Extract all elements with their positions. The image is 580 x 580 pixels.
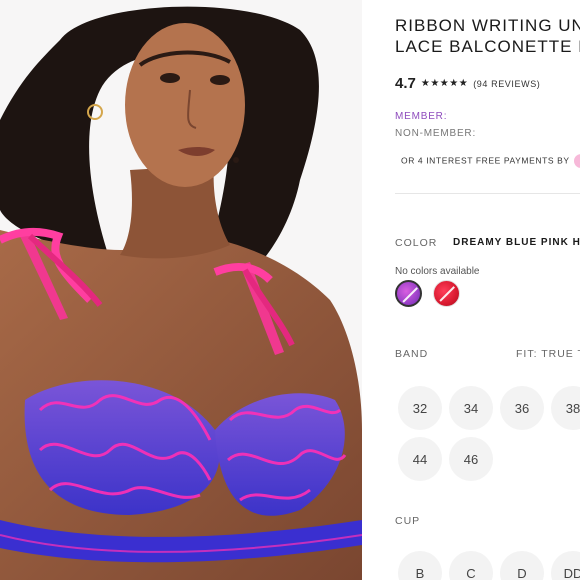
fit-guide-link[interactable]: FIT: TRUE T	[516, 348, 580, 360]
band-size-button[interactable]: 44	[398, 437, 442, 481]
payment-provider-icon[interactable]	[573, 154, 580, 168]
color-swatch-purple[interactable]	[395, 280, 422, 307]
band-size-button[interactable]: 34	[449, 386, 493, 430]
cup-size-button[interactable]: B	[398, 551, 442, 580]
reviews-link[interactable]: (94 REVIEWS)	[473, 79, 540, 89]
cup-size-button[interactable]: D	[500, 551, 544, 580]
product-details: RIBBON WRITING UN LACE BALCONETTE B 4.7 …	[395, 0, 580, 580]
nonmember-price-label: NON-MEMBER:	[395, 128, 477, 139]
band-size-button[interactable]: 38	[551, 386, 580, 430]
selected-color-name: DREAMY BLUE PINK HI	[453, 237, 580, 248]
band-size-button[interactable]: 32	[398, 386, 442, 430]
color-swatch-red[interactable]	[433, 280, 460, 307]
installment-info: OR 4 INTEREST FREE PAYMENTS BY	[401, 154, 580, 168]
cup-label: CUP	[395, 515, 421, 527]
rating-value: 4.7	[395, 75, 416, 92]
cup-size-button[interactable]: DD	[551, 551, 580, 580]
band-label: BAND	[395, 348, 429, 360]
divider	[395, 193, 580, 194]
unavailable-slash-icon	[439, 286, 455, 302]
unavailable-slash-icon	[402, 287, 418, 303]
no-colors-message: No colors available	[395, 266, 480, 277]
rating-row[interactable]: 4.7 ★★★★★ (94 REVIEWS)	[395, 75, 540, 92]
member-price-label: MEMBER:	[395, 111, 448, 122]
model-photo	[0, 0, 362, 580]
star-rating-icon: ★★★★★	[420, 78, 469, 89]
cup-size-button[interactable]: C	[449, 551, 493, 580]
color-label: COLOR	[395, 237, 438, 249]
band-size-button[interactable]: 46	[449, 437, 493, 481]
product-image[interactable]	[0, 0, 362, 580]
installment-text: OR 4 INTEREST FREE PAYMENTS BY	[401, 155, 570, 166]
band-size-button[interactable]: 36	[500, 386, 544, 430]
product-title: RIBBON WRITING UN LACE BALCONETTE B	[395, 16, 580, 56]
